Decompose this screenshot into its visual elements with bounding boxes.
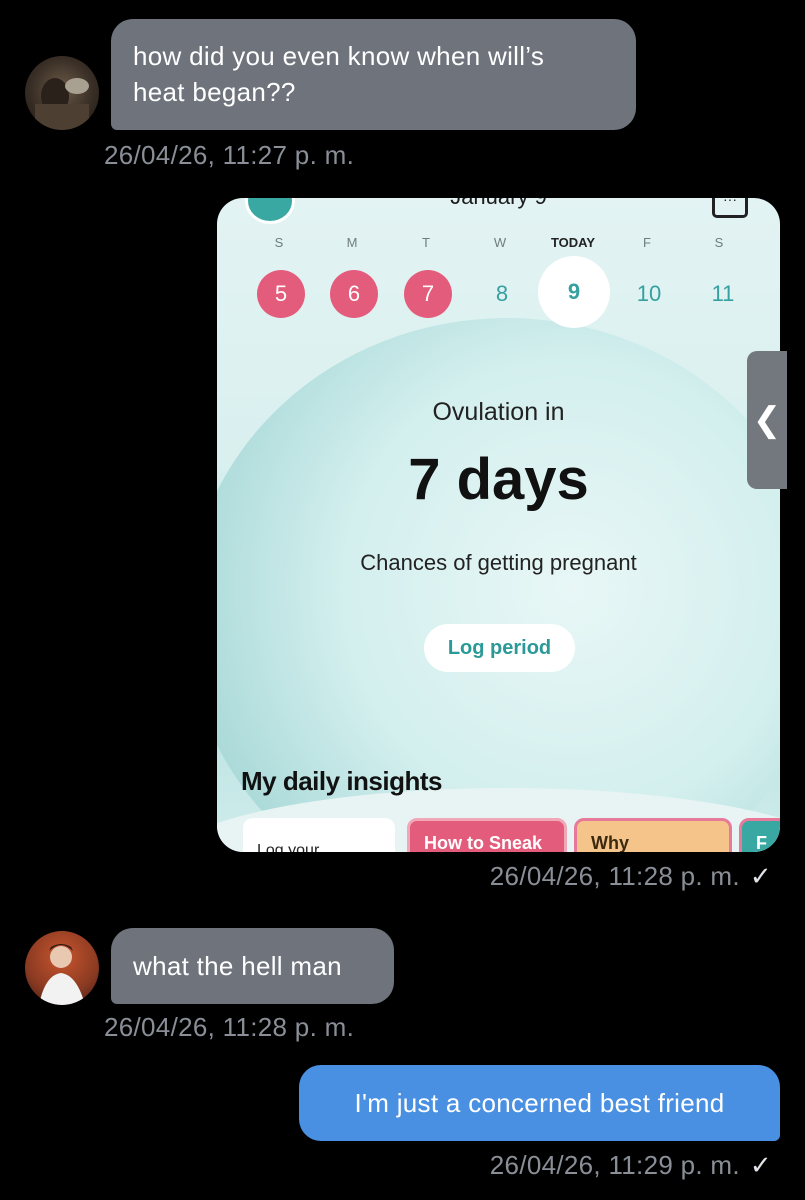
weekday-label-today: TODAY	[550, 235, 596, 250]
message-timestamp: 26/04/26, 11:29 p. m. ✓	[490, 1150, 772, 1181]
timestamp-text: 26/04/26, 11:28 p. m.	[489, 861, 740, 891]
outgoing-message-bubble[interactable]: I'm just a concerned best friend	[299, 1065, 780, 1141]
log-period-button: Log period	[424, 624, 575, 672]
calendar-day: 11	[711, 281, 735, 306]
weekday-label: W	[493, 235, 507, 250]
message-timestamp: 26/04/26, 11:28 p. m.	[104, 1012, 355, 1042]
timestamp-text: 26/04/26, 11:29 p. m.	[489, 1150, 740, 1180]
message-text: I'm just a concerned best friend	[354, 1088, 725, 1118]
calendar-day: 10	[636, 281, 662, 306]
weekday-label: M	[346, 235, 358, 250]
sender-avatar[interactable]	[25, 931, 99, 1005]
weekday-label: T	[422, 235, 430, 250]
insight-card: F	[739, 818, 780, 852]
insights-heading: My daily insights	[241, 766, 443, 796]
weekday-label: F	[643, 235, 651, 250]
message-text: how did you even know when will’s heat b…	[133, 41, 545, 107]
insight-card: How to Sneak	[407, 818, 567, 852]
message-text: what the hell man	[133, 951, 342, 981]
insight-card: Why	[574, 818, 732, 852]
message-timestamp: 26/04/26, 11:27 p. m.	[104, 140, 355, 170]
side-panel-handle[interactable]: ❮	[747, 351, 787, 489]
weekday-label: S	[714, 235, 724, 250]
read-check-icon: ✓	[749, 1150, 772, 1180]
message-timestamp: 26/04/26, 11:28 p. m. ✓	[490, 861, 772, 892]
calendar-day: 8	[495, 281, 509, 306]
insight-card: Log your	[243, 818, 395, 852]
ovulation-countdown: 7 days	[408, 447, 589, 512]
ovulation-label: Ovulation in	[432, 398, 565, 426]
calendar-day-today: 9	[538, 256, 610, 328]
app-logo-icon	[245, 198, 295, 224]
month-label: January 9	[217, 198, 780, 210]
calendar-day-period: 6	[330, 270, 378, 318]
incoming-message-bubble[interactable]: how did you even know when will’s heat b…	[111, 19, 636, 130]
sender-avatar[interactable]	[25, 56, 99, 130]
incoming-message-bubble[interactable]: what the hell man	[111, 928, 394, 1004]
read-check-icon: ✓	[749, 861, 772, 891]
weekday-label: S	[274, 235, 284, 250]
chat-icon: ···	[712, 198, 748, 218]
shared-screenshot-image[interactable]: January 9 ··· S M T W TODAY F S 5 6 7 8 …	[217, 198, 780, 852]
pregnancy-chances-text: Chances of getting pregnant	[360, 550, 637, 575]
calendar-day-period: 5	[257, 270, 305, 318]
calendar-day-period: 7	[404, 270, 452, 318]
